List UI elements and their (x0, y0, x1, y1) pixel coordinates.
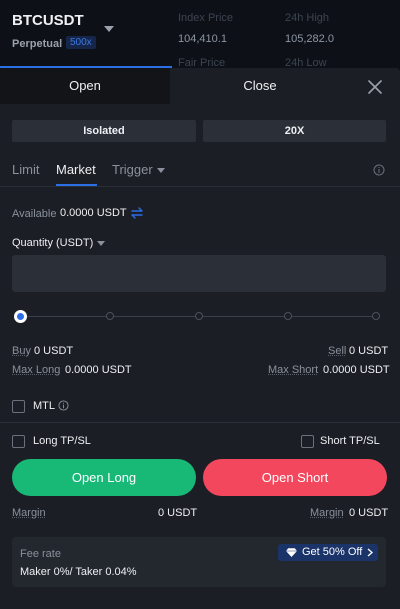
slider-tick-75[interactable] (284, 312, 292, 320)
leverage-button[interactable]: 20X (203, 120, 386, 142)
long-margin-label: Margin (12, 507, 46, 519)
quantity-input[interactable] (12, 255, 386, 292)
quantity-slider-handle[interactable] (14, 310, 27, 323)
symbol-name[interactable]: BTCUSDT (12, 12, 84, 29)
long-margin-value: 0 USDT (158, 507, 198, 519)
available-label: Available (12, 208, 57, 220)
short-tpsl-checkbox[interactable] (301, 435, 314, 448)
fee-info-box: Fee rate Maker 0%/ Taker 0.04% Get 50% O… (12, 537, 386, 587)
margin-mode-button[interactable]: Isolated (12, 120, 196, 142)
close-icon[interactable] (366, 78, 384, 96)
sell-label: Sell (328, 345, 347, 357)
long-tpsl-checkbox[interactable] (12, 435, 25, 448)
options-divider (0, 422, 400, 423)
open-short-button[interactable]: Open Short (203, 459, 387, 496)
mtl-checkbox[interactable] (12, 400, 25, 413)
symbol-caret-down-icon[interactable] (104, 26, 114, 32)
high-value: 105,282.0 (285, 33, 334, 45)
quantity-label: Quantity (USDT) (12, 237, 94, 249)
slider-tick-50[interactable] (195, 312, 203, 320)
fee-promo-label: Get 50% Off (302, 546, 363, 558)
tab-open[interactable]: Open (0, 68, 170, 104)
slider-tick-25[interactable] (106, 312, 114, 320)
fee-rate-value: Maker 0%/ Taker 0.04% (20, 566, 137, 578)
swap-icon[interactable] (130, 206, 144, 220)
trigger-label: Trigger (112, 162, 153, 177)
buy-value: 0 USDT (34, 345, 74, 357)
short-margin-label: Margin (310, 507, 344, 519)
max-leverage-badge: 500x (66, 36, 96, 49)
sell-value: 0 USDT (349, 345, 389, 357)
info-icon[interactable] (58, 400, 69, 411)
order-type-limit[interactable]: Limit (12, 162, 39, 177)
info-icon[interactable] (373, 164, 385, 176)
order-type-divider (0, 186, 400, 187)
tab-close[interactable]: Close (170, 68, 350, 104)
contract-type: Perpetual (12, 38, 63, 50)
diamond-icon (285, 547, 298, 558)
max-long-label: Max Long (12, 364, 61, 376)
caret-down-icon (156, 168, 165, 174)
max-long-value: 0.0000 USDT (65, 364, 132, 376)
order-panel: Open Close Isolated 20X Limit Market Tri… (0, 68, 400, 609)
open-close-tabs: Open Close (0, 68, 400, 104)
slider-tick-100[interactable] (372, 312, 380, 320)
available-value: 0.0000 USDT (60, 207, 127, 219)
short-margin-value: 0 USDT (349, 507, 389, 519)
chevron-right-icon (367, 548, 373, 557)
mtl-label[interactable]: MTL (33, 400, 55, 412)
open-long-button[interactable]: Open Long (12, 459, 196, 496)
market-header: BTCUSDT Perpetual 500x Index Price 104,4… (0, 0, 400, 70)
index-price-value: 104,410.1 (178, 33, 227, 45)
long-tpsl-label[interactable]: Long TP/SL (33, 435, 91, 447)
index-price-label: Index Price (178, 12, 234, 24)
order-type-market[interactable]: Market (56, 162, 96, 177)
short-tpsl-label[interactable]: Short TP/SL (320, 435, 380, 447)
high-label: 24h High (285, 12, 330, 24)
buy-label: Buy (12, 345, 31, 357)
max-short-value: 0.0000 USDT (323, 364, 390, 376)
fee-discount-promo[interactable]: Get 50% Off (278, 544, 378, 561)
max-short-label: Max Short (268, 364, 319, 376)
fee-rate-label: Fee rate (20, 548, 61, 560)
order-type-trigger[interactable]: Trigger (112, 162, 165, 177)
quantity-unit-selector[interactable]: Quantity (USDT) (12, 237, 106, 249)
caret-down-icon (97, 240, 106, 246)
